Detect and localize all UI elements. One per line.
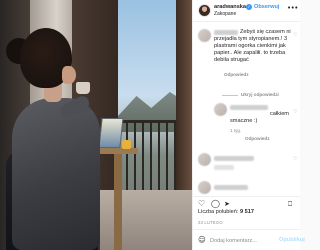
reply-text: całkiem smaczne :) xyxy=(230,111,289,124)
photo-cup xyxy=(122,140,131,149)
reply-button[interactable]: Odpowiedz xyxy=(224,72,249,77)
author-avatar[interactable] xyxy=(198,4,211,17)
likes-label: Liczba polubień: xyxy=(198,209,239,215)
post-header: aradwanska ✓ Obserwuj Zakopane ••• xyxy=(193,0,301,22)
photo-mug xyxy=(76,82,90,94)
likes-count[interactable]: Liczba polubień: 9 517 xyxy=(198,209,254,215)
post-sidebar: aradwanska ✓ Obserwuj Zakopane ••• Zebyś… xyxy=(192,0,305,250)
add-comment-input[interactable] xyxy=(210,236,280,245)
author-username[interactable]: aradwanska xyxy=(214,4,246,10)
reply-like-icon[interactable]: ♡ xyxy=(293,109,297,115)
commenter-avatar-3[interactable] xyxy=(198,153,211,166)
hide-replies-button[interactable]: Ukryj odpowiedzi xyxy=(241,92,279,97)
emoji-icon[interactable]: ☺ xyxy=(198,235,206,244)
post-actions-bar: ♡ ◯ ➤ ⎕ xyxy=(193,196,301,210)
photo-person-face xyxy=(62,66,76,84)
likes-number: 9 517 xyxy=(240,209,254,215)
photo-person-body xyxy=(12,98,100,250)
post-location[interactable]: Zakopane xyxy=(214,11,236,17)
bookmark-icon[interactable]: ⎕ xyxy=(288,198,292,210)
more-options-icon[interactable]: ••• xyxy=(287,4,298,12)
photo-table-leg xyxy=(114,154,122,250)
follow-button[interactable]: Obserwuj xyxy=(254,4,280,10)
post-photo[interactable] xyxy=(0,0,192,250)
commenter-avatar[interactable] xyxy=(198,29,211,42)
commenter-username-blurred-3[interactable] xyxy=(214,156,254,161)
comment-like-icon-3[interactable]: ♡ xyxy=(293,156,297,162)
commenter-username-blurred-4[interactable] xyxy=(214,185,248,190)
photo-table xyxy=(98,148,138,154)
replies-divider xyxy=(222,95,238,96)
reply-button-2[interactable]: Odpowiedz xyxy=(245,136,270,141)
photo-book xyxy=(98,118,124,148)
commenter-avatar-4[interactable] xyxy=(198,181,211,194)
comment-text: Zebyś się czasem ni przejadła tym styrop… xyxy=(214,29,291,63)
add-comment-bar: ☺ Opublikuj xyxy=(193,229,305,250)
reply-avatar[interactable] xyxy=(214,103,227,116)
post-date: 23 LUTEGO xyxy=(198,220,223,225)
comments-list[interactable]: Zebyś się czasem ni przejadła tym styrop… xyxy=(193,23,301,198)
reply-time: 1 tyg. xyxy=(230,128,242,133)
publish-button[interactable]: Opublikuj xyxy=(279,237,305,243)
verified-badge-icon: ✓ xyxy=(246,4,252,10)
reply-username-blurred[interactable] xyxy=(230,105,268,110)
comment-like-icon[interactable]: ♡ xyxy=(293,32,297,38)
instagram-post: aradwanska ✓ Obserwuj Zakopane ••• Zebyś… xyxy=(0,0,305,250)
comment-text-blurred-3 xyxy=(214,165,234,170)
